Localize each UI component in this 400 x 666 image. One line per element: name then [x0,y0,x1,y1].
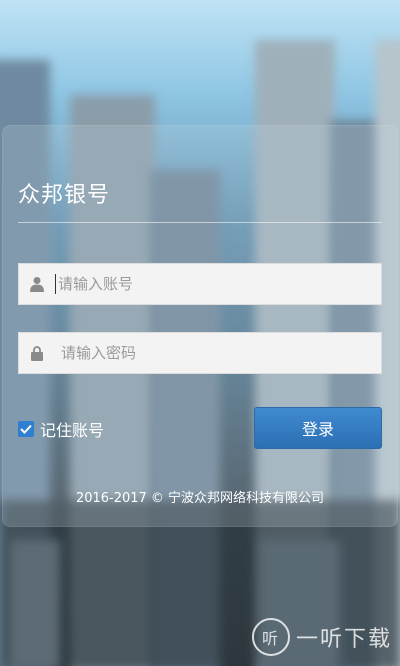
remember-label: 记住账号 [40,421,105,440]
username-input[interactable] [55,274,381,294]
remember-account-toggle[interactable]: 记住账号 [18,417,104,441]
lock-icon [19,333,55,373]
watermark-text: 一听下载 [295,627,392,652]
app-title: 众邦银号 [18,183,111,208]
watermark: 听 一听下载 [251,618,392,656]
username-field[interactable] [18,263,382,305]
login-button[interactable]: 登录 [254,407,382,449]
user-icon [19,264,55,304]
password-field[interactable] [18,332,382,374]
password-input[interactable] [55,344,381,362]
title-divider [18,222,382,223]
login-card: 众邦银号 记住账号 登录 2016-2017 © 宁波众邦网络科技有限公司 [2,125,398,527]
copyright-text: 2016-2017 © 宁波众邦网络科技有限公司 [75,491,325,506]
checkbox-checked-icon[interactable] [18,421,34,437]
watermark-logo-icon: 听 [251,618,290,656]
